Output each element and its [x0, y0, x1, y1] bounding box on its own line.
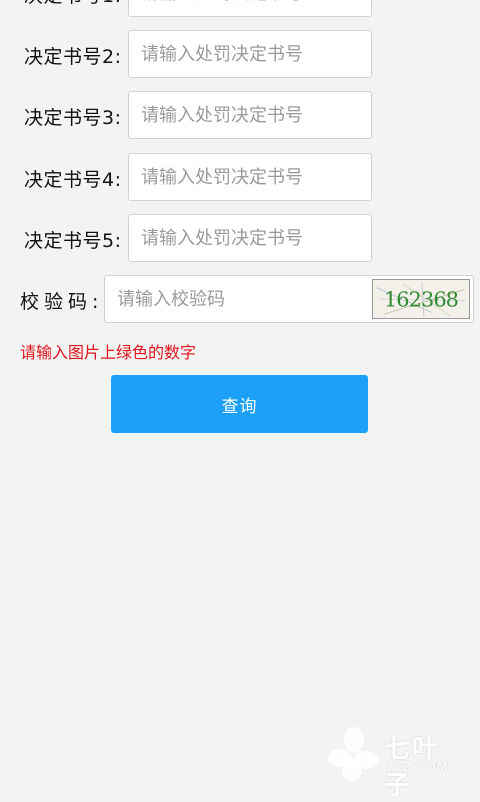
- decision-row-2: 决定书号2:: [0, 30, 480, 80]
- captcha-label: 校验码:: [20, 291, 104, 313]
- decision-label-3: 决定书号3:: [24, 107, 122, 129]
- query-button[interactable]: 查询: [111, 375, 368, 433]
- decision-row-3: 决定书号3:: [0, 91, 480, 141]
- decision-input-3[interactable]: [128, 91, 372, 139]
- captcha-image[interactable]: 162368: [372, 279, 470, 319]
- decision-row-1: 决定书号1:: [0, 0, 480, 19]
- decision-input-4[interactable]: [128, 153, 372, 201]
- captcha-text: 162368: [384, 288, 458, 312]
- decision-input-5[interactable]: [128, 214, 372, 262]
- captcha-hint: 请输入图片上绿色的数字: [20, 343, 197, 362]
- captcha-row: 校验码: 162368: [0, 275, 480, 325]
- decision-input-1[interactable]: [128, 0, 372, 17]
- decision-label-2: 决定书号2:: [24, 46, 122, 68]
- leaf-icon: [328, 727, 378, 781]
- watermark-url: 7YZ.COM: [386, 760, 449, 774]
- watermark-logo: 七叶子 7YZ.COM: [326, 724, 466, 801]
- decision-row-5: 决定书号5:: [0, 214, 480, 264]
- decision-label-4: 决定书号4:: [24, 169, 122, 191]
- decision-input-2[interactable]: [128, 30, 372, 78]
- decision-label-1: 决定书号1:: [24, 0, 122, 8]
- decision-label-5: 决定书号5:: [24, 230, 122, 252]
- decision-row-4: 决定书号4:: [0, 153, 480, 203]
